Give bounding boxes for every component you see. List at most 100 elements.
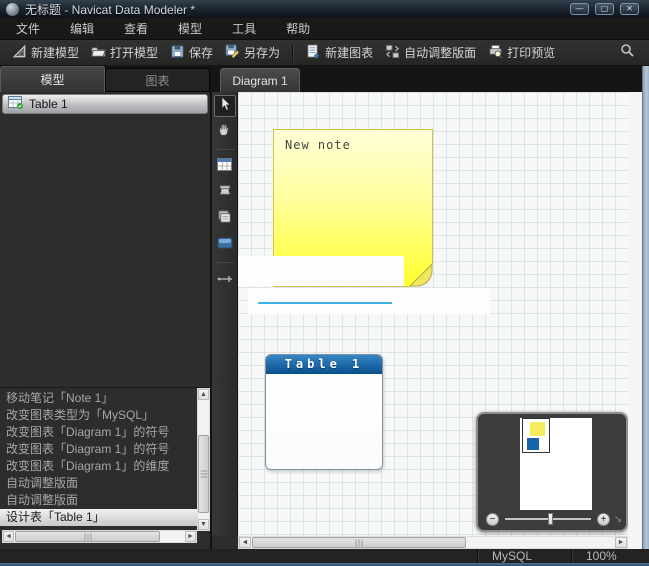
canvas-hscroll-thumb[interactable]	[252, 537, 466, 548]
table-icon	[8, 96, 24, 112]
history-vscroll-thumb[interactable]	[198, 435, 209, 513]
label-tool[interactable]	[214, 234, 236, 256]
note-text: New note	[285, 138, 351, 152]
table-shape[interactable]: Table 1	[265, 354, 383, 470]
table-shape-body	[266, 374, 382, 469]
menu-tools[interactable]: 工具	[218, 17, 270, 40]
pointer-icon	[217, 95, 233, 117]
overview-panel[interactable]: − + ↘	[476, 412, 628, 532]
history-item[interactable]: 自动调整版面	[0, 492, 197, 509]
open-model-button[interactable]: 打开模型	[85, 42, 164, 64]
pointer-tool[interactable]	[213, 95, 236, 117]
tab-diagram[interactable]: 图表	[105, 68, 210, 92]
foreign-key-tool[interactable]	[214, 182, 236, 204]
history-vscrollbar[interactable]: ▲ ▼	[197, 388, 210, 531]
history-item[interactable]: 改变图表「Diagram 1」的符号	[0, 441, 197, 458]
menu-model[interactable]: 模型	[164, 17, 216, 40]
diagram-tab-bar: Diagram 1	[212, 66, 642, 92]
scrollbar-gutter	[628, 92, 642, 549]
history-panel: 移动笔记「Note 1」 改变图表类型为「MySQL」 改变图表「Diagram…	[0, 387, 210, 531]
scroll-left-icon[interactable]: ◄	[239, 537, 251, 548]
history-hscroll-thumb[interactable]	[15, 531, 160, 542]
window-border-right	[642, 66, 649, 563]
print-preview-icon	[488, 44, 503, 62]
scroll-up-icon[interactable]: ▲	[198, 389, 209, 400]
scroll-right-icon[interactable]: ►	[615, 537, 627, 548]
history-item[interactable]: 改变图表「Diagram 1」的维度	[0, 458, 197, 475]
status-bar: MySQL 100%	[0, 549, 649, 563]
print-preview-button[interactable]: 打印预览	[482, 42, 561, 64]
palette-separator	[215, 149, 234, 150]
new-model-button[interactable]: 新建模型	[6, 42, 85, 64]
notes-icon	[217, 209, 232, 229]
auto-layout-button[interactable]: 自动调整版面	[379, 42, 482, 64]
model-tree: Table 1	[0, 92, 210, 387]
new-table-tool[interactable]	[214, 156, 236, 178]
zoom-slider-thumb[interactable]	[548, 513, 553, 525]
menu-bar: 文件 编辑 查看 模型 工具 帮助	[0, 18, 649, 40]
auto-layout-icon	[385, 44, 400, 62]
hand-tool[interactable]	[214, 121, 236, 143]
overview-viewport[interactable]	[522, 418, 550, 453]
tree-item-table1[interactable]: Table 1	[2, 94, 208, 114]
folder-icon	[91, 44, 106, 62]
tree-item-label: Table 1	[29, 97, 68, 111]
save-as-button[interactable]: 另存为	[219, 42, 286, 64]
toolbar-separator	[292, 43, 295, 62]
note-fold-corner	[409, 263, 433, 287]
maximize-button[interactable]: ▢	[595, 3, 614, 15]
history-item[interactable]: 自动调整版面	[0, 475, 197, 492]
history-item[interactable]: 改变图表类型为「MySQL」	[0, 407, 197, 424]
scroll-right-icon[interactable]: ►	[185, 531, 196, 542]
censored-patch	[238, 256, 404, 286]
diagram-canvas[interactable]: New note Table 1 − + ↘	[238, 92, 628, 536]
zoom-out-button[interactable]: −	[486, 512, 499, 526]
canvas-hscrollbar[interactable]: ◄ ►	[238, 536, 628, 549]
scroll-left-icon[interactable]: ◄	[3, 531, 14, 542]
menu-help[interactable]: 帮助	[272, 17, 324, 40]
menu-edit[interactable]: 编辑	[56, 17, 108, 40]
save-button[interactable]: 保存	[164, 42, 219, 64]
tab-model[interactable]: 模型	[0, 66, 105, 92]
hand-icon	[217, 122, 232, 142]
tool-palette	[212, 92, 238, 536]
diagram-area: Diagram 1 New note Table 1 − + ↘ ◄ ►	[212, 66, 642, 549]
save-icon	[170, 44, 185, 62]
left-panel: 模型 图表 Table 1 移动笔记「Note 1」 改变图表类型为「MySQL…	[0, 66, 212, 549]
overview-table-swatch	[527, 438, 539, 450]
status-db-type: MySQL	[477, 549, 571, 563]
censored-patch	[248, 288, 490, 314]
app-window: 无标题 - Navicat Data Modeler * — ▢ ✕ 文件 编辑…	[0, 0, 649, 566]
censored-underline	[258, 302, 392, 304]
new-diagram-button[interactable]: 新建图表	[300, 42, 379, 64]
tab-diagram1[interactable]: Diagram 1	[220, 68, 300, 92]
label-icon	[217, 236, 233, 254]
zoom-in-button[interactable]: +	[597, 512, 610, 526]
scroll-down-icon[interactable]: ▼	[198, 519, 209, 530]
relation-tool[interactable]	[214, 269, 236, 291]
search-icon[interactable]	[619, 42, 643, 63]
history-item[interactable]: 移动笔记「Note 1」	[0, 390, 197, 407]
status-zoom-level: 100%	[571, 549, 649, 563]
left-panel-tabs: 模型 图表	[0, 66, 210, 92]
overview-note-swatch	[530, 422, 545, 436]
table-relation-icon	[217, 183, 233, 203]
connector-icon	[217, 271, 233, 289]
menu-file[interactable]: 文件	[2, 17, 54, 40]
zoom-slider-track[interactable]	[505, 513, 591, 525]
window-title: 无标题 - Navicat Data Modeler *	[25, 2, 196, 17]
new-diagram-icon	[306, 43, 321, 62]
note-tool[interactable]	[214, 208, 236, 230]
palette-separator	[215, 262, 234, 263]
resize-handle-icon[interactable]: ↘	[610, 514, 626, 525]
overview-zoom-slider: − + ↘	[478, 508, 626, 530]
table-grid-icon	[217, 158, 232, 176]
close-button[interactable]: ✕	[620, 3, 639, 15]
history-item[interactable]: 改变图表「Diagram 1」的符号	[0, 424, 197, 441]
history-item-selected[interactable]: 设计表「Table 1」	[0, 509, 197, 526]
toolbar: 新建模型 打开模型 保存 另存为 新建图表 自动调整版面 打印预览	[0, 40, 649, 66]
app-icon	[6, 2, 19, 16]
minimize-button[interactable]: —	[570, 3, 589, 15]
history-hscrollbar[interactable]: ◄ ►	[2, 530, 197, 543]
menu-view[interactable]: 查看	[110, 17, 162, 40]
